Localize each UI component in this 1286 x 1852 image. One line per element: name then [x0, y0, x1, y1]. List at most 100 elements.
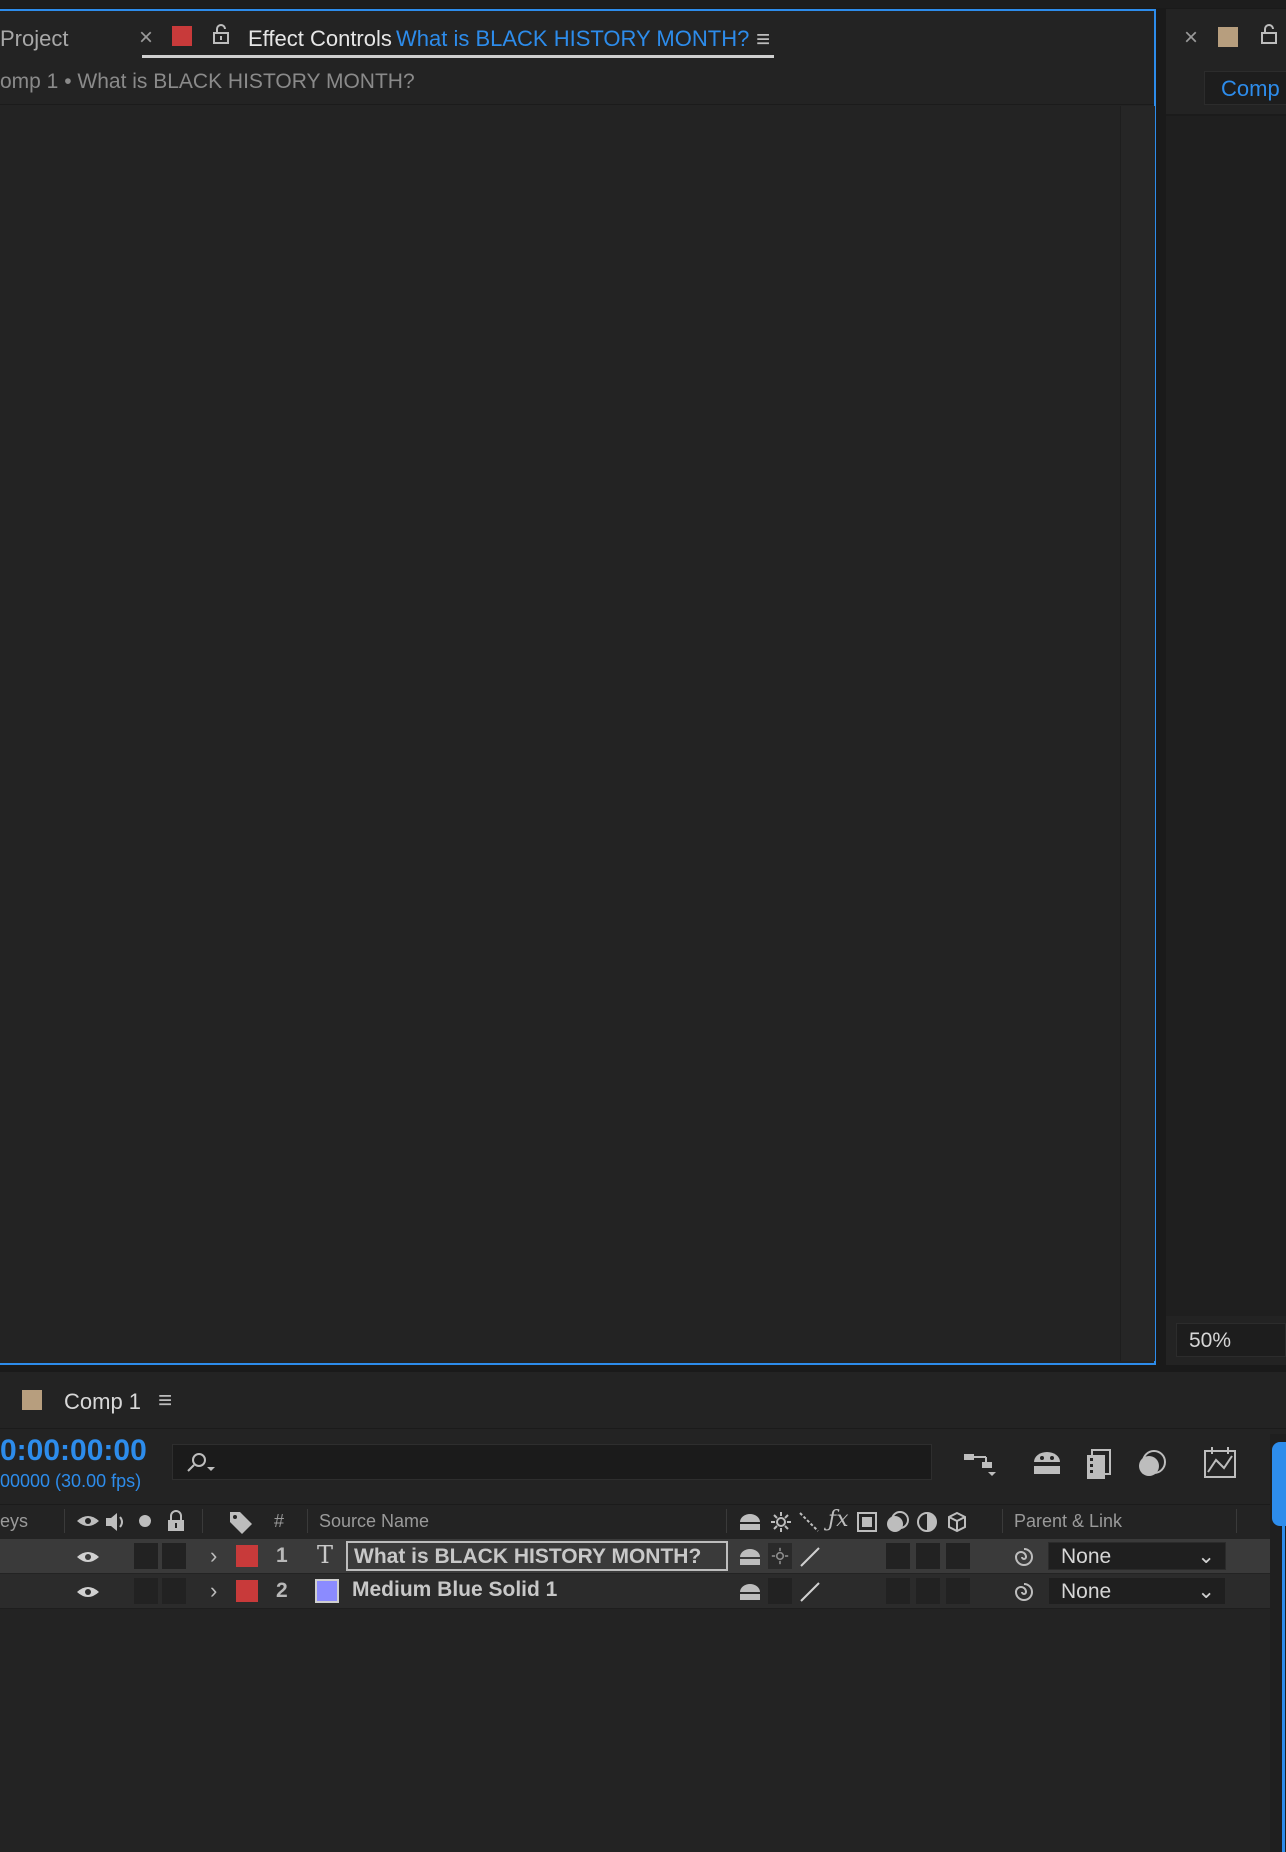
- label-color-swatch[interactable]: [236, 1580, 258, 1602]
- effect-controls-breadcrumb: omp 1 • What is BLACK HISTORY MONTH?: [0, 70, 415, 93]
- lock-icon[interactable]: [212, 24, 230, 49]
- lock-icon[interactable]: [1260, 24, 1278, 49]
- composition-viewer[interactable]: [1166, 116, 1286, 1316]
- chevron-down-icon: ⌄: [1197, 1580, 1215, 1603]
- divider: [307, 1509, 308, 1533]
- divider: [1002, 1509, 1003, 1533]
- keys-column-header: eys: [0, 1511, 29, 1531]
- motion-blur-toggle[interactable]: [886, 1543, 910, 1569]
- close-icon[interactable]: ×: [139, 24, 153, 52]
- parent-dropdown[interactable]: None ⌄: [1048, 1577, 1226, 1605]
- frame-blending-icon[interactable]: [1084, 1448, 1114, 1480]
- effect-controls-tab-bar: Project × Effect Controls What is BLACK …: [0, 12, 1154, 62]
- timeline-layer-area[interactable]: [0, 1610, 1270, 1852]
- 3d-layer-icon: [948, 1511, 966, 1533]
- solid-color-swatch: [315, 1579, 339, 1603]
- collapse-transformations-icon: [771, 1512, 791, 1532]
- parent-dropdown[interactable]: None ⌄: [1048, 1542, 1226, 1570]
- eye-icon[interactable]: [76, 1549, 100, 1565]
- timeline-tab-bar: Comp 1 ≡: [0, 1372, 1286, 1429]
- parent-value: None: [1061, 1545, 1112, 1568]
- tab-project[interactable]: Project: [0, 26, 68, 52]
- motion-blur-switch-icon: [887, 1511, 909, 1532]
- shy-layers-icon[interactable]: [1030, 1448, 1064, 1478]
- audio-icon[interactable]: [104, 1511, 128, 1533]
- parent-pick-whip-icon[interactable]: [1012, 1580, 1036, 1604]
- active-tab-underline: [142, 55, 774, 58]
- 3d-toggle[interactable]: [946, 1543, 970, 1569]
- effect-controls-target-name: What is BLACK HISTORY MONTH?: [396, 26, 750, 51]
- layer-name[interactable]: Medium Blue Solid 1: [352, 1578, 557, 1602]
- tab-comp[interactable]: Comp: [1204, 71, 1286, 105]
- effects-switch-icon: ƒx: [828, 1507, 849, 1532]
- quality-toggle-icon[interactable]: [798, 1545, 822, 1569]
- layer-row[interactable]: › 2 Medium Blue Solid 1 None ⌄: [0, 1574, 1270, 1609]
- zoom-value: 50%: [1189, 1329, 1232, 1352]
- panel-divider[interactable]: [0, 1365, 1286, 1372]
- adjustment-layer-icon: [917, 1512, 937, 1532]
- divider: [0, 104, 1154, 105]
- motion-blur-toggle[interactable]: [886, 1578, 910, 1604]
- shy-switch-icon: [740, 1514, 760, 1530]
- shy-switch-icon[interactable]: [738, 1581, 762, 1603]
- adjustment-toggle[interactable]: [916, 1543, 940, 1569]
- parent-link-column-header[interactable]: Parent & Link: [1014, 1511, 1122, 1532]
- sun-icon: [771, 1547, 789, 1565]
- timeline-column-header: eys # Source Name ƒx Parent & Link: [0, 1504, 1270, 1540]
- panel-menu-icon[interactable]: ≡: [158, 1387, 172, 1415]
- text-layer-icon: T: [317, 1541, 334, 1569]
- collapse-transform-toggle[interactable]: [768, 1578, 792, 1604]
- panel-divider[interactable]: [1156, 9, 1166, 1365]
- divider: [726, 1509, 727, 1533]
- playhead-line: [1282, 1500, 1285, 1852]
- adjustment-toggle[interactable]: [916, 1578, 940, 1604]
- collapse-transform-toggle[interactable]: [768, 1543, 792, 1569]
- effect-controls-scrollbar[interactable]: [1120, 106, 1155, 1361]
- current-timecode[interactable]: 0:00:00:00: [0, 1434, 147, 1468]
- parent-value: None: [1061, 1580, 1112, 1603]
- close-icon[interactable]: ×: [1184, 24, 1198, 52]
- solo-toggle[interactable]: [134, 1543, 158, 1569]
- eye-icon[interactable]: [76, 1584, 100, 1600]
- search-icon: [187, 1453, 215, 1472]
- shy-switch-icon[interactable]: [738, 1546, 762, 1568]
- quality-toggle-icon[interactable]: [798, 1580, 822, 1604]
- source-name-column-header[interactable]: Source Name: [319, 1511, 429, 1532]
- label-color-swatch[interactable]: [236, 1545, 258, 1567]
- frame-rate-info: 00000 (30.00 fps): [0, 1471, 142, 1491]
- panel-menu-icon[interactable]: ≡: [756, 26, 770, 54]
- layer-name-field[interactable]: What is BLACK HISTORY MONTH?: [346, 1541, 728, 1571]
- label-tag-icon[interactable]: [228, 1510, 254, 1534]
- lock-icon[interactable]: [166, 1510, 186, 1532]
- divider: [202, 1509, 203, 1533]
- solo-icon[interactable]: [138, 1514, 152, 1528]
- motion-blur-icon[interactable]: [1134, 1448, 1168, 1480]
- layer-row[interactable]: › 1 T What is BLACK HISTORY MONTH? None …: [0, 1539, 1270, 1573]
- label-color-swatch: [172, 26, 192, 46]
- quality-switch-icon: [799, 1512, 819, 1532]
- composition-flowchart-icon[interactable]: [962, 1448, 998, 1480]
- layer-number: 1: [276, 1544, 288, 1567]
- divider: [64, 1509, 65, 1533]
- parent-pick-whip-icon[interactable]: [1012, 1545, 1036, 1569]
- 3d-toggle[interactable]: [946, 1578, 970, 1604]
- graph-editor-icon[interactable]: [1202, 1446, 1238, 1480]
- tab-comp-1[interactable]: Comp 1: [64, 1389, 141, 1415]
- number-column-header: #: [274, 1511, 285, 1531]
- divider: [1236, 1509, 1237, 1533]
- zoom-dropdown[interactable]: 50%: [1176, 1323, 1286, 1357]
- label-color-swatch: [1218, 27, 1238, 47]
- tab-effect-controls[interactable]: Effect Controls: [248, 26, 392, 52]
- layer-number: 2: [276, 1579, 288, 1602]
- chevron-right-icon[interactable]: ›: [210, 1543, 217, 1569]
- chevron-down-icon: ⌄: [1197, 1545, 1215, 1568]
- chevron-right-icon[interactable]: ›: [210, 1578, 217, 1604]
- layer-search-input[interactable]: [172, 1444, 932, 1480]
- video-visibility-icon[interactable]: [76, 1513, 100, 1529]
- frame-blending-switch-icon: [857, 1512, 877, 1532]
- composition-panel-header: × Comp: [1166, 9, 1286, 116]
- label-color-swatch: [22, 1390, 42, 1410]
- lock-toggle[interactable]: [162, 1578, 186, 1604]
- lock-toggle[interactable]: [162, 1543, 186, 1569]
- solo-toggle[interactable]: [134, 1578, 158, 1604]
